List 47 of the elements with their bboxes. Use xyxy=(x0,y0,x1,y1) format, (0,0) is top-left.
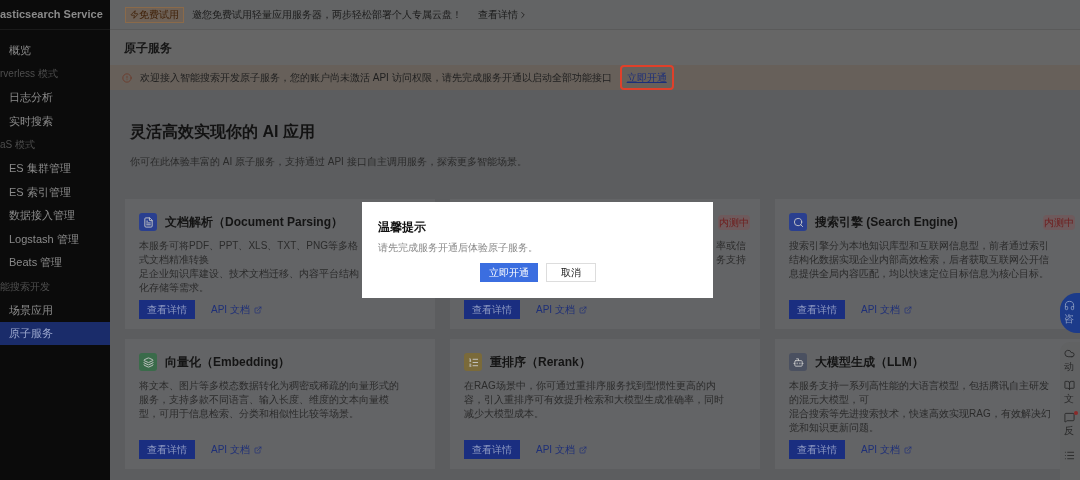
promo-link[interactable]: 查看详情 xyxy=(478,7,528,22)
dialog-title: 温馨提示 xyxy=(378,219,427,236)
sidebar-item[interactable]: Beats 管理 xyxy=(0,250,110,274)
headset-icon xyxy=(1064,300,1075,311)
warning-icon xyxy=(122,72,132,83)
sidebar-item[interactable]: Logstash 管理 xyxy=(0,227,110,251)
external-link-icon xyxy=(253,445,262,454)
sidebar-item[interactable]: 场景应用 xyxy=(0,298,110,322)
free-trial-tag: 免费试用 xyxy=(125,6,184,23)
sidebar-item[interactable]: 原子服务 xyxy=(0,321,110,345)
card-title: 搜索引擎 (Search Engine) xyxy=(815,214,958,231)
sidebar-section-label: rverless 模式 xyxy=(0,67,59,81)
card-title: 文档解析（Document Parsing） xyxy=(165,214,344,231)
external-link-icon xyxy=(578,445,587,454)
cancel-button[interactable]: 取消 xyxy=(545,263,596,282)
sidebar-item[interactable]: ES 集群管理 xyxy=(0,156,110,180)
view-details-button[interactable]: 查看详情 xyxy=(789,300,845,319)
chevron-right-icon xyxy=(518,9,528,20)
card-title: 重排序（Rerank） xyxy=(490,354,591,371)
view-details-button[interactable]: 查看详情 xyxy=(139,300,195,319)
list-icon xyxy=(1064,450,1075,461)
consult-button[interactable]: 咨 xyxy=(1060,293,1080,333)
external-link-icon xyxy=(903,445,912,454)
card-title: 大模型生成（LLM） xyxy=(815,354,924,371)
sidebar-item[interactable]: 实时搜索 xyxy=(0,109,110,133)
view-details-button[interactable]: 查看详情 xyxy=(464,300,520,319)
message-icon xyxy=(1064,412,1075,423)
sidebar-section-label: aS 模式 xyxy=(0,138,36,152)
view-details-button[interactable]: 查看详情 xyxy=(464,440,520,459)
external-link-icon xyxy=(578,305,587,314)
dialog-message: 请先完成服务开通后体验原子服务。 xyxy=(378,241,539,255)
view-details-button[interactable]: 查看详情 xyxy=(139,440,195,459)
activate-button[interactable]: 立即开通 xyxy=(479,263,538,282)
book-icon xyxy=(1064,380,1075,391)
sidebar-item[interactable]: 数据接入管理 xyxy=(0,203,110,227)
card-title: 向量化（Embedding） xyxy=(165,354,291,371)
product-title: asticsearch Service xyxy=(0,7,103,23)
view-details-button[interactable]: 查看详情 xyxy=(789,440,845,459)
external-link-icon xyxy=(903,305,912,314)
cloud-icon xyxy=(1064,348,1075,359)
sidebar-item[interactable]: 概览 xyxy=(0,38,110,62)
page-title: 原子服务 xyxy=(124,39,172,57)
lightning-icon xyxy=(130,10,139,19)
hero-title: 灵活高效实现你的 AI 应用 xyxy=(130,122,316,142)
sidebar-item[interactable]: ES 索引管理 xyxy=(0,180,110,204)
external-link-icon xyxy=(253,305,262,314)
sidebar-item[interactable]: 日志分析 xyxy=(0,85,110,109)
